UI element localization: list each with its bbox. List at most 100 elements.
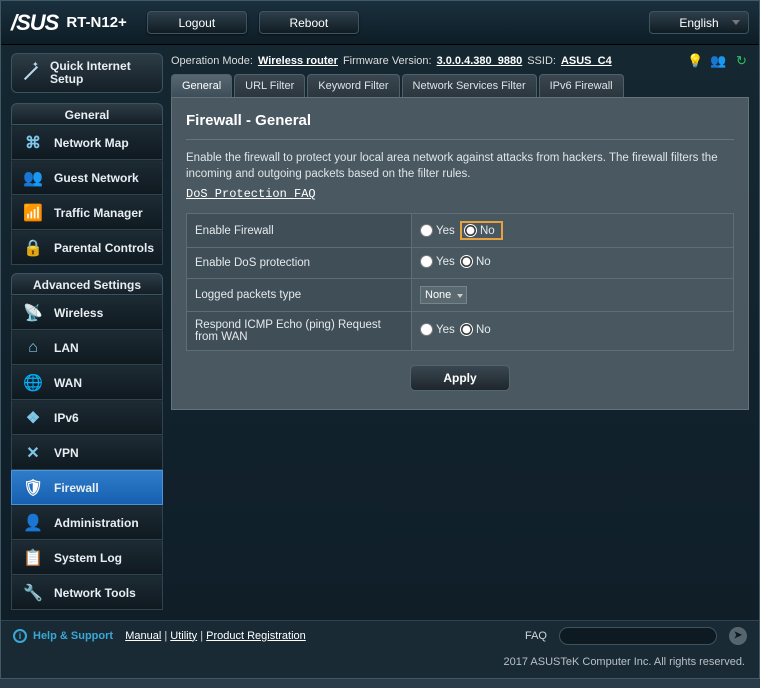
tab-keyword-filter[interactable]: Keyword Filter — [307, 74, 399, 97]
sidebar-item-firewall[interactable]: 🛡 Firewall — [11, 470, 163, 505]
icmp-no[interactable] — [460, 323, 473, 336]
sidebar-item-label: Guest Network — [54, 171, 139, 185]
tab-general[interactable]: General — [171, 74, 232, 97]
copyright: 2017 ASUSTeK Computer Inc. All rights re… — [1, 650, 759, 678]
logged-packets-select[interactable]: None — [420, 286, 467, 304]
section-general: General — [11, 103, 163, 125]
header-bar: /SUS RT-N12+ Logout Reboot English — [1, 1, 759, 45]
manual-link[interactable]: Manual — [125, 630, 161, 642]
tab-url-filter[interactable]: URL Filter — [234, 74, 305, 97]
no-label: No — [476, 324, 491, 336]
sidebar-item-lan[interactable]: ⌂ LAN — [11, 330, 163, 365]
no-label: No — [476, 256, 491, 268]
panel-description: Enable the firewall to protect your loca… — [186, 150, 734, 182]
ssid-label: SSID: — [527, 55, 556, 67]
logged-packets-label: Logged packets type — [187, 279, 412, 312]
opmode-link[interactable]: Wireless router — [258, 55, 338, 67]
sidebar-item-label: VPN — [54, 446, 79, 460]
quick-internet-setup[interactable]: Quick Internet Setup — [11, 53, 163, 93]
sidebar-item-network-map[interactable]: ⌘ Network Map — [11, 125, 163, 160]
sidebar-item-ipv6[interactable]: ❖ IPv6 — [11, 400, 163, 435]
language-label: English — [679, 16, 718, 30]
guest-network-icon: 👥 — [22, 167, 44, 189]
refresh-icon[interactable]: ↻ — [734, 53, 749, 68]
panel: Firewall - General Enable the firewall t… — [171, 98, 749, 410]
tab-ipv6-firewall[interactable]: IPv6 Firewall — [539, 74, 624, 97]
content-area: Operation Mode: Wireless router Firmware… — [171, 53, 749, 410]
ssid-link[interactable]: ASUS_C4 — [561, 55, 612, 67]
help-support[interactable]: Help & Support — [33, 630, 113, 642]
sidebar-item-parental-controls[interactable]: 🔒 Parental Controls — [11, 230, 163, 265]
panel-title: Firewall - General — [186, 112, 734, 140]
chevron-down-icon — [732, 20, 740, 25]
system-log-icon: 📋 — [22, 547, 44, 569]
reboot-button[interactable]: Reboot — [259, 11, 359, 34]
sidebar-item-traffic-manager[interactable]: 📶 Traffic Manager — [11, 195, 163, 230]
sidebar-item-label: LAN — [54, 341, 79, 355]
lan-icon: ⌂ — [22, 337, 44, 359]
sidebar-item-wan[interactable]: 🌐 WAN — [11, 365, 163, 400]
wan-icon: 🌐 — [22, 372, 44, 394]
wand-icon — [20, 62, 42, 84]
shield-icon: 🛡 — [22, 477, 44, 499]
faq-search-input[interactable] — [559, 627, 717, 645]
apply-button[interactable]: Apply — [410, 365, 510, 391]
network-map-icon: ⌘ — [22, 132, 44, 154]
traffic-manager-icon: 📶 — [22, 202, 44, 224]
enable-dos-no[interactable] — [460, 255, 473, 268]
opmode-label: Operation Mode: — [171, 55, 253, 67]
qis-label-2: Setup — [50, 73, 131, 86]
ipv6-icon: ❖ — [22, 407, 44, 429]
yes-label: Yes — [436, 256, 455, 268]
logout-button[interactable]: Logout — [147, 11, 247, 34]
no-label: No — [480, 225, 495, 237]
administration-icon: 👤 — [22, 512, 44, 534]
footer-links: Manual | Utility | Product Registration — [119, 630, 306, 642]
sidebar-item-network-tools[interactable]: 🔧 Network Tools — [11, 575, 163, 610]
sidebar-item-wireless[interactable]: 📡 Wireless — [11, 295, 163, 330]
model-name: RT-N12+ — [66, 14, 126, 31]
enable-dos-label: Enable DoS protection — [187, 248, 412, 279]
tab-network-services-filter[interactable]: Network Services Filter — [402, 74, 537, 97]
sidebar-item-label: Wireless — [54, 306, 103, 320]
sidebar-item-label: Network Map — [54, 136, 129, 150]
enable-firewall-no[interactable] — [464, 224, 477, 237]
sidebar-item-label: IPv6 — [54, 411, 79, 425]
info-bar: Operation Mode: Wireless router Firmware… — [171, 53, 749, 68]
brand-logo: /SUS — [11, 10, 58, 36]
sidebar-item-label: WAN — [54, 376, 82, 390]
tabs: General URL Filter Keyword Filter Networ… — [171, 74, 749, 98]
sidebar-item-guest-network[interactable]: 👥 Guest Network — [11, 160, 163, 195]
sidebar-item-label: Network Tools — [54, 586, 136, 600]
dos-faq-link[interactable]: DoS Protection FAQ — [186, 187, 316, 201]
faq-label: FAQ — [525, 630, 547, 642]
fw-label: Firmware Version: — [343, 55, 432, 67]
wireless-icon: 📡 — [22, 302, 44, 324]
users-icon[interactable]: 👥 — [711, 53, 726, 68]
section-advanced: Advanced Settings — [11, 273, 163, 295]
enable-dos-yes[interactable] — [420, 255, 433, 268]
sidebar-item-vpn[interactable]: ✕ VPN — [11, 435, 163, 470]
network-tools-icon: 🔧 — [22, 582, 44, 604]
sidebar-item-label: System Log — [54, 551, 122, 565]
icmp-yes[interactable] — [420, 323, 433, 336]
lightbulb-icon[interactable]: 💡 — [688, 53, 703, 68]
yes-label: Yes — [436, 225, 455, 237]
footer-bar: i Help & Support Manual | Utility | Prod… — [1, 620, 759, 650]
settings-table: Enable Firewall Yes No Enable DoS protec… — [186, 213, 734, 351]
search-go-button[interactable]: ➤ — [729, 627, 747, 645]
sidebar-item-label: Parental Controls — [54, 241, 154, 255]
vpn-icon: ✕ — [22, 442, 44, 464]
product-reg-link[interactable]: Product Registration — [206, 630, 306, 642]
fw-link[interactable]: 3.0.0.4.380_9880 — [437, 55, 523, 67]
enable-firewall-label: Enable Firewall — [187, 214, 412, 248]
sidebar: Quick Internet Setup General ⌘ Network M… — [11, 53, 163, 610]
language-select[interactable]: English — [649, 11, 749, 34]
enable-firewall-yes[interactable] — [420, 224, 433, 237]
sidebar-item-label: Firewall — [54, 481, 99, 495]
sidebar-item-system-log[interactable]: 📋 System Log — [11, 540, 163, 575]
utility-link[interactable]: Utility — [170, 630, 197, 642]
info-icon: i — [13, 629, 27, 643]
sidebar-item-administration[interactable]: 👤 Administration — [11, 505, 163, 540]
yes-label: Yes — [436, 324, 455, 336]
